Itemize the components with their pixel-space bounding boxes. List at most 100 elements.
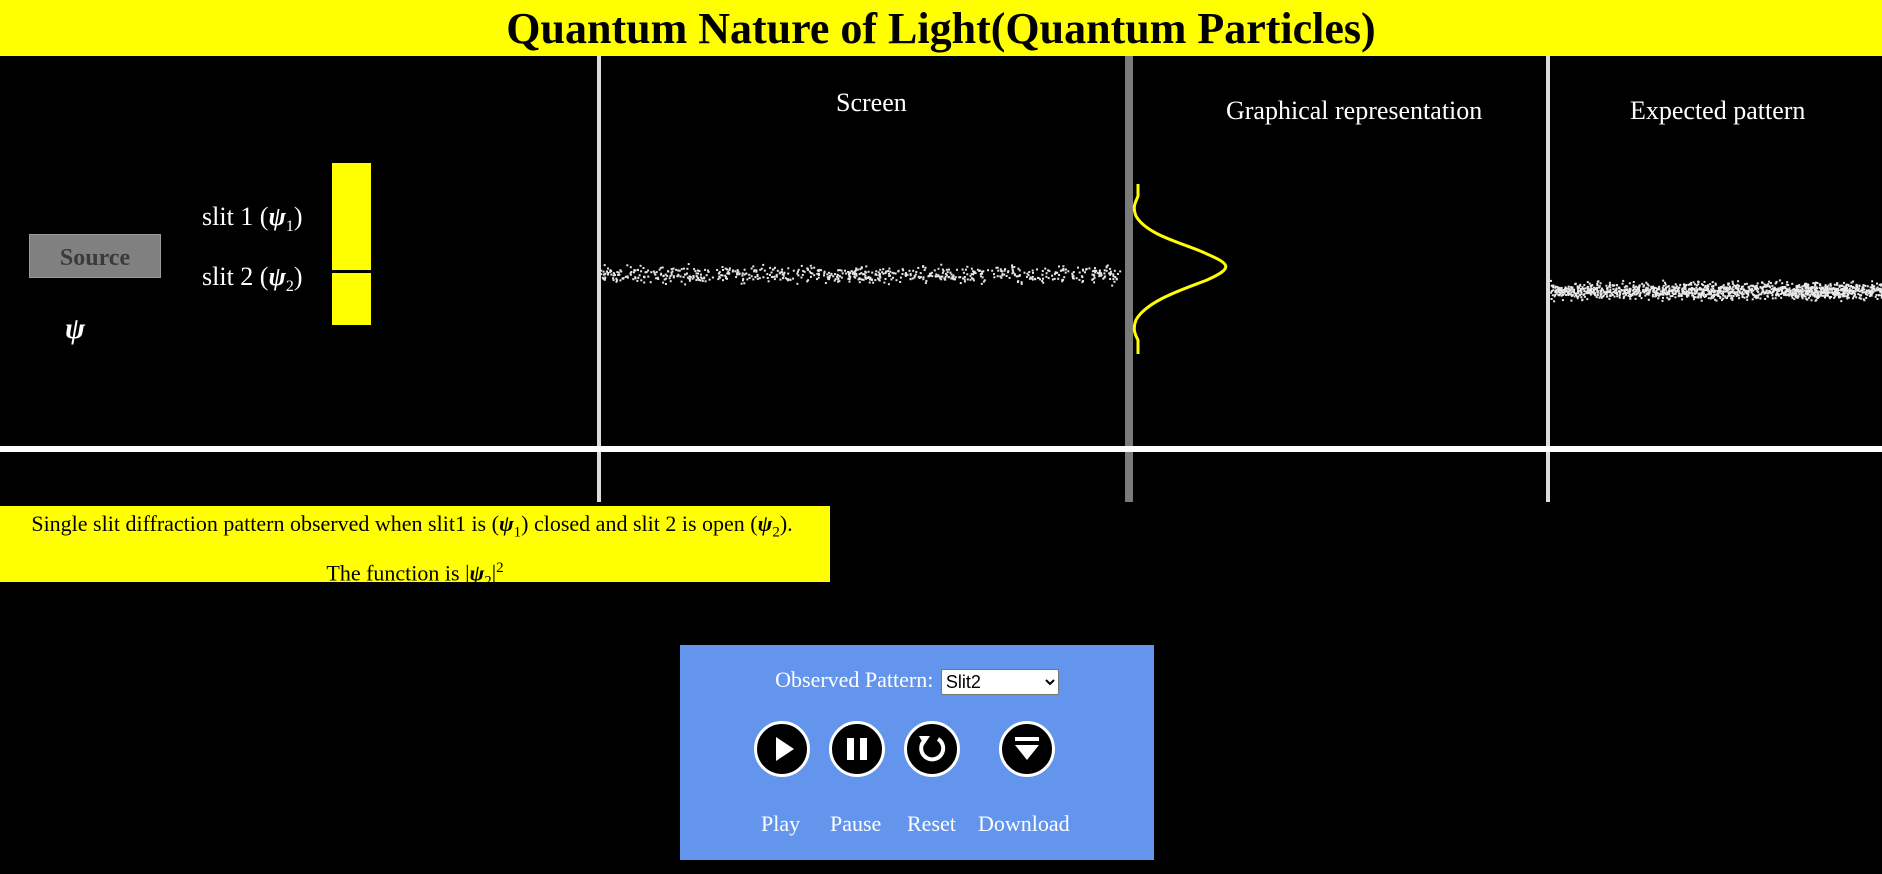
expected-dot <box>1677 289 1680 292</box>
expected-dot <box>1736 283 1739 286</box>
screen-dot <box>626 264 629 267</box>
expected-dot <box>1743 296 1746 299</box>
expected-dot <box>1579 289 1582 292</box>
expected-dot <box>1875 287 1878 290</box>
screen-dot <box>862 273 864 276</box>
screen-dot <box>1041 270 1044 272</box>
expected-dot <box>1805 297 1808 300</box>
screen-dot <box>865 265 868 268</box>
expected-dot <box>1762 290 1765 293</box>
screen-dot <box>1003 269 1006 272</box>
expected-dot <box>1553 295 1556 298</box>
expected-dot <box>1654 291 1656 294</box>
expected-dot <box>1565 287 1568 290</box>
expected-dot <box>1671 295 1674 297</box>
expected-dot <box>1715 299 1718 302</box>
screen-dot <box>820 269 823 272</box>
screen-dot <box>810 267 813 270</box>
screen-dot <box>837 280 840 283</box>
expected-dot <box>1631 289 1634 292</box>
expected-dot <box>1844 292 1847 295</box>
screen-dot <box>800 264 803 267</box>
expected-dot <box>1820 288 1823 291</box>
screen-dot <box>867 275 870 278</box>
expected-dot <box>1730 294 1733 297</box>
expected-dot <box>1580 291 1583 294</box>
screen-dot <box>746 278 749 281</box>
expected-dot <box>1791 296 1794 299</box>
screen-dot <box>654 273 657 276</box>
screen-dot <box>964 268 967 271</box>
expected-dot <box>1850 285 1853 287</box>
expected-dot <box>1688 288 1691 291</box>
expected-dot <box>1550 298 1553 300</box>
expected-dot <box>1736 287 1739 290</box>
pause-label: Pause <box>830 811 882 836</box>
expected-dot <box>1771 297 1774 300</box>
reset-button[interactable] <box>904 721 960 777</box>
expected-dot <box>1863 288 1866 291</box>
expected-dot <box>1755 284 1758 287</box>
screen-dot <box>629 266 632 269</box>
expected-dot <box>1596 284 1599 287</box>
screen-dot <box>816 272 819 275</box>
screen-dot <box>830 272 833 275</box>
screen-dot <box>755 269 758 272</box>
expected-dot <box>1806 286 1809 289</box>
expected-dot <box>1579 294 1582 296</box>
expected-dot <box>1710 295 1713 298</box>
screen-dot <box>643 275 645 278</box>
expected-dot <box>1566 290 1569 293</box>
screen-dot <box>647 275 650 278</box>
expected-dot <box>1712 287 1715 290</box>
screen-dot <box>964 280 966 283</box>
expected-dot <box>1817 292 1819 295</box>
expected-dot <box>1778 279 1781 282</box>
expected-dot <box>1658 294 1661 297</box>
expected-dot <box>1662 279 1665 282</box>
expected-dot <box>1596 290 1599 293</box>
screen-dot <box>969 274 972 277</box>
expected-dot <box>1697 283 1700 286</box>
screen-dot <box>769 274 771 276</box>
expected-dot <box>1701 283 1703 286</box>
screen-dot <box>1013 266 1016 268</box>
download-button[interactable] <box>999 721 1055 777</box>
expected-dot <box>1703 286 1706 289</box>
expected-dot <box>1577 289 1580 292</box>
expected-dot <box>1693 295 1696 298</box>
screen-dot <box>741 272 744 275</box>
pause-button[interactable] <box>829 721 885 777</box>
expected-dot <box>1750 291 1753 294</box>
screen-dot <box>703 276 706 279</box>
screen-dot <box>937 267 940 270</box>
screen-dot <box>1039 278 1041 281</box>
expected-dot <box>1567 285 1570 288</box>
screen-dot <box>754 276 757 279</box>
expected-dot <box>1697 280 1700 283</box>
screen-dot <box>823 274 825 277</box>
play-button[interactable] <box>754 721 810 777</box>
expected-dot <box>1628 282 1631 285</box>
screen-dot <box>693 268 696 271</box>
screen-dot <box>918 276 921 279</box>
screen-dot <box>936 275 939 278</box>
expected-dot <box>1722 294 1725 297</box>
expected-dot <box>1879 291 1882 294</box>
screen-dot <box>607 273 609 276</box>
observed-pattern-select[interactable]: Slit2 <box>940 668 1059 695</box>
screen-dot <box>872 281 875 284</box>
screen-dot <box>1103 272 1106 275</box>
expected-dot <box>1774 282 1777 285</box>
expected-dot <box>1641 282 1644 285</box>
screen-dot <box>1045 275 1048 278</box>
expected-dot <box>1621 282 1624 285</box>
screen-dot <box>889 274 892 277</box>
screen-dot <box>748 277 751 279</box>
screen-dot <box>807 279 810 282</box>
screen-dot <box>658 268 661 271</box>
expected-dot <box>1595 296 1598 299</box>
expected-dot <box>1666 296 1669 299</box>
screen-dot <box>748 273 751 276</box>
screen-dot <box>883 281 886 284</box>
